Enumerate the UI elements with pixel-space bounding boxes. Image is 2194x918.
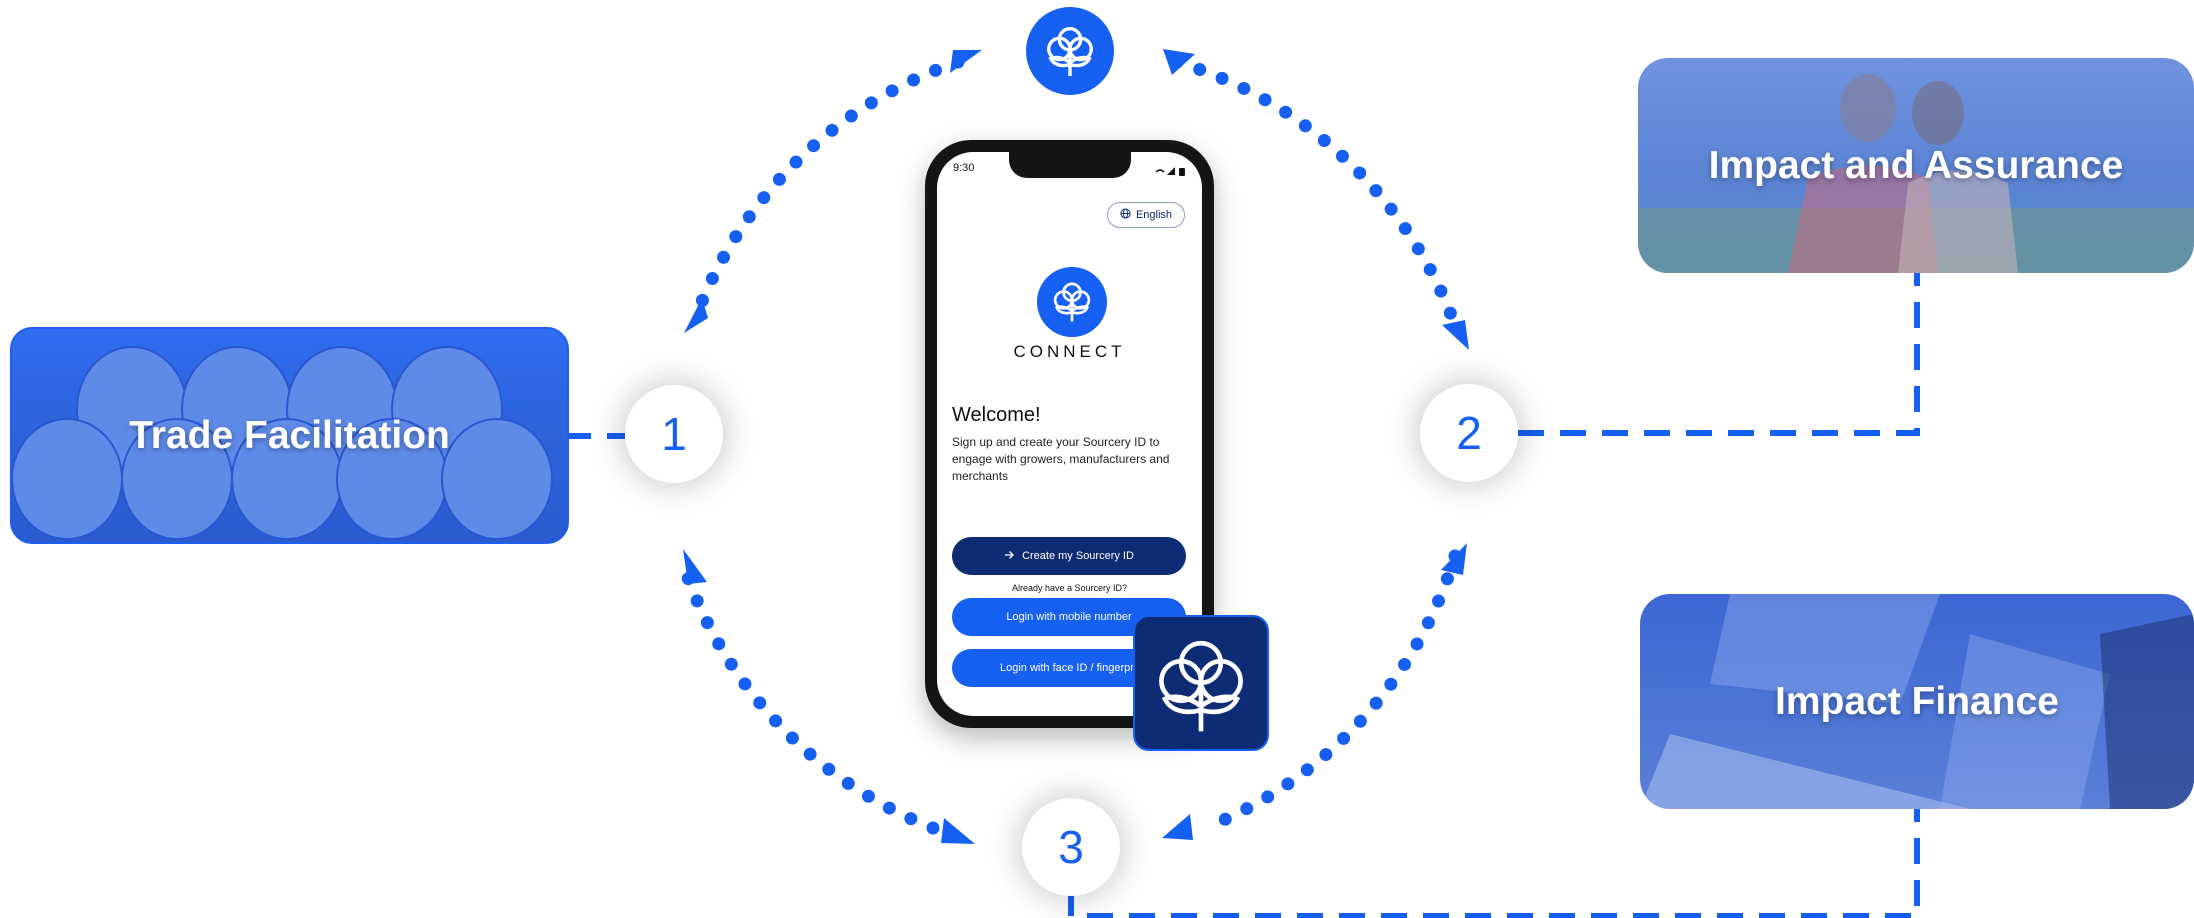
arrowhead-right-lower [1441,543,1467,575]
phone-notch [1009,152,1131,178]
connector-node-2-to-impact [1518,273,1920,436]
cycle-node-3[interactable]: 3 [1022,798,1120,896]
cycle-node-1[interactable]: 1 [625,385,723,483]
card-impact-assurance[interactable]: Impact and Assurance [1638,58,2194,273]
arrowhead-top-left [950,50,982,73]
signal-battery-icon [1154,163,1188,181]
cotton-flower-icon [1147,627,1255,740]
create-sourcery-id-button[interactable]: Create my Sourcery ID [952,537,1186,575]
language-label: English [1135,209,1173,221]
arrow-right-icon [1004,550,1014,563]
already-have-id-text: Already have a Sourcery ID? [1011,583,1128,593]
connector-node-3-to-finance [1068,809,1920,918]
card-label-finance: Impact Finance [1775,679,2059,723]
app-logo [1037,267,1107,337]
card-label-trade: Trade Facilitation [129,413,450,457]
status-time: 9:30 [953,162,975,174]
language-button[interactable]: English [1107,202,1185,228]
cotton-flower-icon [1049,277,1095,328]
top-logo [1026,7,1114,95]
arrowhead-bottom-left [941,818,975,844]
cycle-node-2[interactable]: 2 [1420,384,1518,482]
create-button-label: Create my Sourcery ID [1022,550,1134,562]
dotted-arc-top-left [690,55,965,321]
cotton-flower-icon [1041,20,1099,83]
arrowhead-top-right [1163,49,1195,75]
arrowhead-bottom-right [1162,814,1193,840]
arrowhead-right-upper [1442,320,1469,350]
dotted-arc-top-right [1170,55,1460,327]
globe-icon [1120,208,1131,222]
welcome-subtitle: Sign up and create your Sourcery ID to e… [952,435,1170,483]
card-trade-facilitation[interactable]: Trade Facilitation [10,327,569,544]
brand-name: CONNECT [1013,342,1126,361]
app-icon [1133,615,1269,751]
dotted-arc-bottom-left [681,571,940,835]
card-label-impact: Impact and Assurance [1708,143,2124,187]
welcome-heading: Welcome! [952,404,1041,426]
card-impact-finance[interactable]: Impact Finance [1640,594,2194,809]
